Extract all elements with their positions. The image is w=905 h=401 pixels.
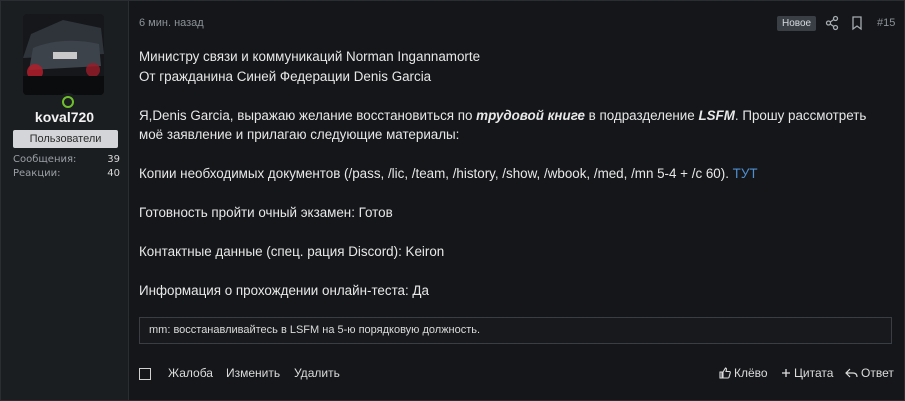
report-button[interactable]: Жалоба	[168, 366, 213, 380]
stat-label: Сообщения:	[13, 154, 77, 165]
post-body: Министру связи и коммуникаций Norman Ing…	[139, 47, 894, 301]
select-checkbox[interactable]	[139, 368, 151, 380]
quote-button[interactable]: Цитата	[781, 366, 833, 380]
forum-post: koval720 Пользователи Сообщения: 39 Реак…	[0, 0, 905, 401]
text-span: в подразделение	[584, 107, 699, 123]
request-paragraph: Я,Denis Garcia, выражаю желание восстано…	[139, 106, 894, 145]
emphasis-text: LSFM	[698, 107, 735, 123]
delete-button[interactable]: Удалить	[294, 366, 340, 380]
share-icon[interactable]	[825, 15, 839, 31]
plus-icon	[782, 369, 790, 377]
stat-messages: Сообщения: 39	[13, 154, 120, 165]
sender-line: От гражданина Синей Федерации Denis Garc…	[139, 68, 432, 84]
moderator-note: mm: восстанавливайтесь в LSFM на 5-ю пор…	[139, 317, 892, 344]
post-date[interactable]: 6 мин. назад	[139, 17, 204, 29]
bookmark-icon[interactable]	[850, 15, 864, 31]
emphasis-text: трудовой книге	[476, 107, 585, 123]
edit-button[interactable]: Изменить	[226, 366, 280, 380]
contact-line: Контактные данные (спец. рация Discord):…	[139, 244, 445, 259]
like-button[interactable]: Клёво	[719, 366, 768, 380]
documents-link[interactable]: ТУТ	[733, 166, 758, 181]
avatar-image	[23, 14, 104, 95]
post-footer: Жалоба Изменить Удалить Клёво Цитата Отв…	[139, 366, 894, 382]
stat-value: 40	[107, 168, 120, 179]
reply-label: Ответ	[861, 366, 894, 380]
new-badge: Новое	[777, 16, 817, 31]
reply-icon	[845, 368, 858, 378]
user-info-column: koval720 Пользователи Сообщения: 39 Реак…	[1, 1, 129, 400]
avatar[interactable]	[23, 14, 104, 95]
user-role-badge: Пользователи	[13, 130, 118, 148]
exam-line: Готовность пройти очный экзамен: Готов	[139, 205, 393, 220]
username[interactable]: koval720	[1, 109, 128, 125]
like-label: Клёво	[734, 366, 768, 380]
addressee-line: Министру связи и коммуникаций Norman Ing…	[139, 49, 481, 64]
documents-line: Копии необходимых документов (/pass, /li…	[139, 164, 894, 184]
stat-value: 39	[107, 154, 120, 165]
thumbs-up-icon	[719, 367, 731, 379]
stat-label: Реакции:	[13, 168, 61, 179]
stat-reactions: Реакции: 40	[13, 168, 120, 179]
post-number[interactable]: #15	[877, 17, 895, 29]
test-line: Информация о прохождении онлайн-теста: Д…	[139, 283, 429, 298]
text-span: Копии необходимых документов (/pass, /li…	[139, 166, 733, 181]
text-span: Я,Denis Garcia, выражаю желание восстано…	[139, 107, 477, 123]
reply-button[interactable]: Ответ	[845, 366, 894, 380]
quote-label: Цитата	[794, 366, 834, 380]
